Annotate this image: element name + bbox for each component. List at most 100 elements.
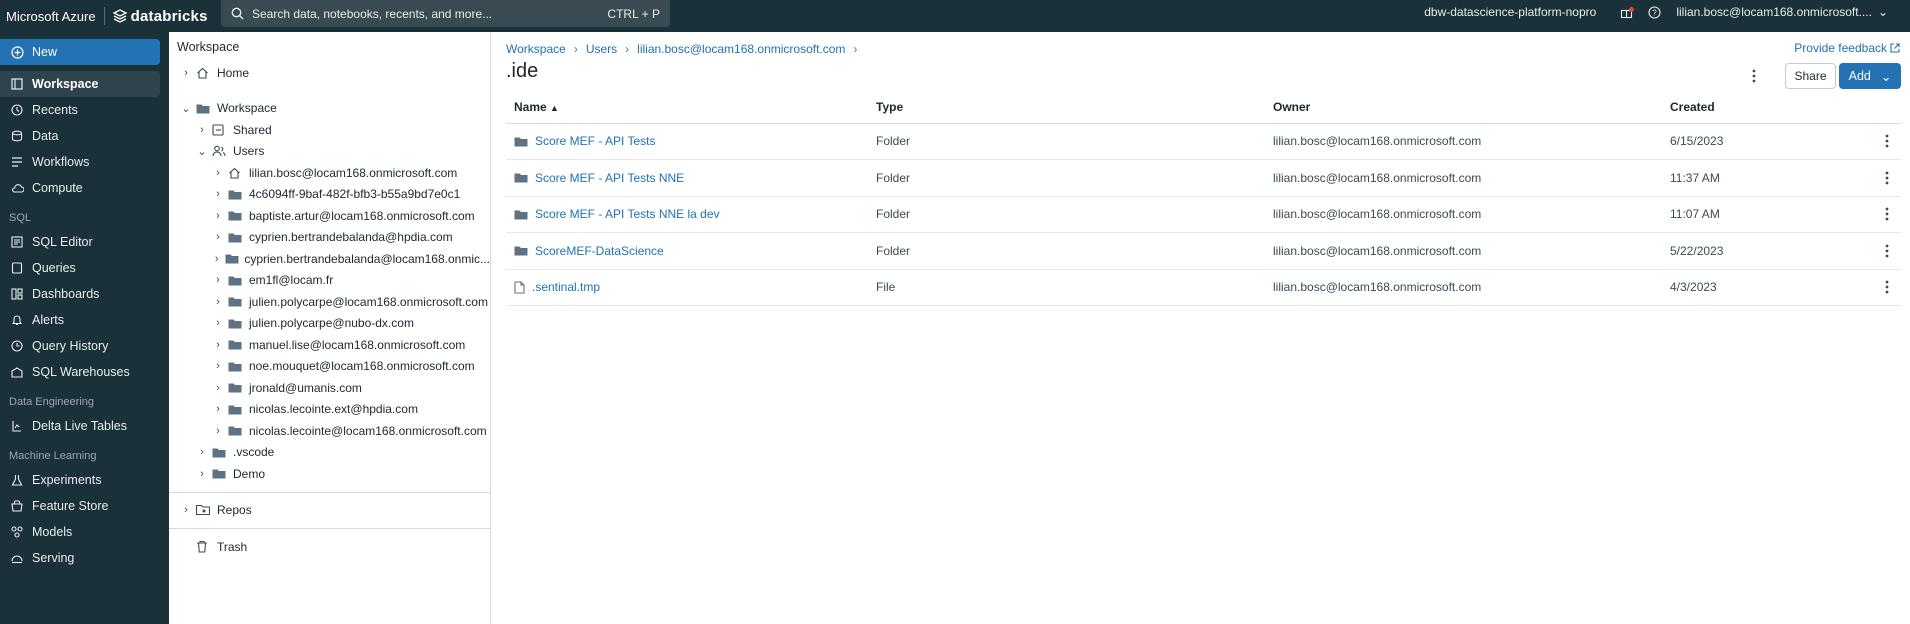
sidebar-item-experiments[interactable]: Experiments xyxy=(0,467,160,493)
breadcrumb-user[interactable]: lilian.bosc@locam168.onmicrosoft.com xyxy=(637,42,845,56)
row-name-link[interactable]: Score MEF - API Tests xyxy=(535,134,655,148)
chevron-right-icon[interactable]: › xyxy=(179,67,193,79)
chevron-right-icon[interactable]: › xyxy=(211,253,222,265)
add-button[interactable]: Add ⌄ xyxy=(1839,63,1901,89)
tree-item-user-folder[interactable]: › manuel.lise@locam168.onmicrosoft.com xyxy=(169,334,490,356)
databricks-logo[interactable]: databricks xyxy=(112,8,208,25)
tree-item-user-folder[interactable]: › nicolas.lecointe.ext@hpdia.com xyxy=(169,399,490,421)
chevron-down-icon: ⌄ xyxy=(1877,5,1888,19)
chevron-right-icon[interactable]: › xyxy=(211,339,225,351)
tree-item-user-folder[interactable]: › lilian.bosc@locam168.onmicrosoft.com xyxy=(169,162,490,184)
row-name-link[interactable]: ScoreMEF-DataScience xyxy=(535,244,664,258)
history-icon xyxy=(10,339,24,353)
row-actions-icon[interactable] xyxy=(1860,134,1901,148)
tree-item-user-folder[interactable]: › cyprien.bertrandebalanda@locam168.onmi… xyxy=(169,248,490,270)
azure-brand[interactable]: Microsoft Azure xyxy=(0,9,96,24)
column-owner[interactable]: Owner xyxy=(1273,91,1670,124)
row-actions-icon[interactable] xyxy=(1860,207,1901,221)
chevron-right-icon[interactable]: › xyxy=(211,317,225,329)
sidebar-item-workspace[interactable]: Workspace xyxy=(0,71,160,97)
table-row[interactable]: .sentinal.tmp File lilian.bosc@locam168.… xyxy=(506,269,1901,306)
breadcrumb-users[interactable]: Users xyxy=(586,42,617,56)
chevron-right-icon[interactable]: › xyxy=(211,274,225,286)
tree-item-trash[interactable]: Trash xyxy=(169,536,490,558)
row-name-link[interactable]: Score MEF - API Tests NNE xyxy=(535,171,684,185)
sidebar-item-feature-store[interactable]: Feature Store xyxy=(0,493,160,519)
sidebar-item-models[interactable]: Models xyxy=(0,519,160,545)
sidebar: New Workspace Recents Data Workflows Com… xyxy=(0,32,169,624)
tree-item-label: lilian.bosc@locam168.onmicrosoft.com xyxy=(249,165,458,180)
tree-item-user-folder[interactable]: › 4c6094ff-9baf-482f-bfb3-b55a9bd7e0c1 xyxy=(169,184,490,206)
row-actions-icon[interactable] xyxy=(1860,280,1901,294)
sidebar-item-serving[interactable]: Serving xyxy=(0,545,160,571)
tree-item-workspace[interactable]: ⌄ Workspace xyxy=(169,98,490,120)
chevron-right-icon[interactable]: › xyxy=(195,124,209,136)
chevron-right-icon[interactable]: › xyxy=(179,504,193,516)
chevron-right-icon[interactable]: › xyxy=(195,446,209,458)
column-type[interactable]: Type xyxy=(876,91,1273,124)
row-actions-icon[interactable] xyxy=(1860,244,1901,258)
chevron-right-icon[interactable]: › xyxy=(211,382,225,394)
help-icon[interactable]: ? xyxy=(1640,5,1668,19)
sidebar-item-sql-editor[interactable]: SQL Editor xyxy=(0,229,160,255)
sidebar-item-compute[interactable]: Compute xyxy=(0,175,160,201)
sidebar-item-alerts[interactable]: Alerts xyxy=(0,307,160,333)
table-row[interactable]: ScoreMEF-DataScience Folder lilian.bosc@… xyxy=(506,232,1901,270)
row-name-link[interactable]: .sentinal.tmp xyxy=(532,280,600,294)
gift-icon[interactable] xyxy=(1612,6,1640,19)
chevron-right-icon[interactable]: › xyxy=(211,167,225,179)
tree-item-home[interactable]: › Home xyxy=(169,62,490,84)
table-row[interactable]: Score MEF - API Tests Folder lilian.bosc… xyxy=(506,123,1901,160)
tree-item-demo[interactable]: › Demo xyxy=(169,463,490,485)
chevron-right-icon[interactable]: › xyxy=(211,210,225,222)
tree-item-user-folder[interactable]: › em1fl@locam.fr xyxy=(169,270,490,292)
breadcrumb-separator: › xyxy=(853,42,858,56)
sidebar-item-recents[interactable]: Recents xyxy=(0,97,160,123)
chevron-right-icon[interactable]: › xyxy=(211,188,225,200)
sql-section-label: SQL xyxy=(9,212,32,224)
user-menu[interactable]: lilian.bosc@locam168.onmicrosoft.... ⌄ xyxy=(1676,5,1888,19)
table-row[interactable]: Score MEF - API Tests NNE Folder lilian.… xyxy=(506,159,1901,197)
row-actions-icon[interactable] xyxy=(1860,171,1901,185)
sidebar-item-sql-warehouses[interactable]: SQL Warehouses xyxy=(0,359,160,385)
sidebar-item-query-history[interactable]: Query History xyxy=(0,333,160,359)
column-created[interactable]: Created xyxy=(1670,91,1860,124)
workspace-selector[interactable]: dbw-datascience-platform-nopro xyxy=(1424,5,1596,19)
global-search[interactable]: Search data, notebooks, recents, and mor… xyxy=(221,0,670,27)
column-name[interactable]: Name ▲ xyxy=(506,91,876,124)
tree-item-users[interactable]: ⌄ Users xyxy=(169,141,490,163)
tree-item-user-folder[interactable]: › baptiste.artur@locam168.onmicrosoft.co… xyxy=(169,205,490,227)
new-button[interactable]: New xyxy=(0,39,160,65)
tree-item-user-folder[interactable]: › julien.polycarpe@locam168.onmicrosoft.… xyxy=(169,291,490,313)
breadcrumb-workspace[interactable]: Workspace xyxy=(506,42,566,56)
tree-item-user-folder[interactable]: › julien.polycarpe@nubo-dx.com xyxy=(169,313,490,335)
tree-item-user-folder[interactable]: › nicolas.lecointe@locam168.onmicrosoft.… xyxy=(169,420,490,442)
svg-text:?: ? xyxy=(1652,8,1657,17)
chevron-right-icon[interactable]: › xyxy=(211,403,225,415)
share-button[interactable]: Share xyxy=(1785,63,1836,89)
sidebar-item-data[interactable]: Data xyxy=(0,123,160,149)
chevron-right-icon[interactable]: › xyxy=(211,360,225,372)
more-options-icon[interactable] xyxy=(1746,65,1762,87)
row-type: File xyxy=(876,269,1273,306)
chevron-right-icon[interactable]: › xyxy=(211,425,225,437)
sidebar-item-workflows[interactable]: Workflows xyxy=(0,149,160,175)
tree-item-label: julien.polycarpe@locam168.onmicrosoft.co… xyxy=(249,294,488,309)
table-row[interactable]: Score MEF - API Tests NNE la dev Folder … xyxy=(506,196,1901,233)
tree-item-vscode[interactable]: › .vscode xyxy=(169,442,490,464)
tree-item-repos[interactable]: › Repos xyxy=(169,500,490,522)
tree-item-user-folder[interactable]: › jronald@umanis.com xyxy=(169,377,490,399)
chevron-down-icon[interactable]: ⌄ xyxy=(179,102,193,115)
tree-item-user-folder[interactable]: › noe.mouquet@locam168.onmicrosoft.com xyxy=(169,356,490,378)
tree-item-user-folder[interactable]: › cyprien.bertrandebalanda@hpdia.com xyxy=(169,227,490,249)
chevron-right-icon[interactable]: › xyxy=(211,231,225,243)
chevron-down-icon[interactable]: ⌄ xyxy=(195,145,209,158)
sidebar-item-dashboards[interactable]: Dashboards xyxy=(0,281,160,307)
provide-feedback-link[interactable]: Provide feedback xyxy=(1794,41,1900,55)
row-name-link[interactable]: Score MEF - API Tests NNE la dev xyxy=(535,207,720,221)
tree-item-shared[interactable]: › Shared xyxy=(169,119,490,141)
sidebar-item-queries[interactable]: Queries xyxy=(0,255,160,281)
chevron-right-icon[interactable]: › xyxy=(195,468,209,480)
sidebar-item-delta-live-tables[interactable]: Delta Live Tables xyxy=(0,413,160,439)
chevron-right-icon[interactable]: › xyxy=(211,296,225,308)
